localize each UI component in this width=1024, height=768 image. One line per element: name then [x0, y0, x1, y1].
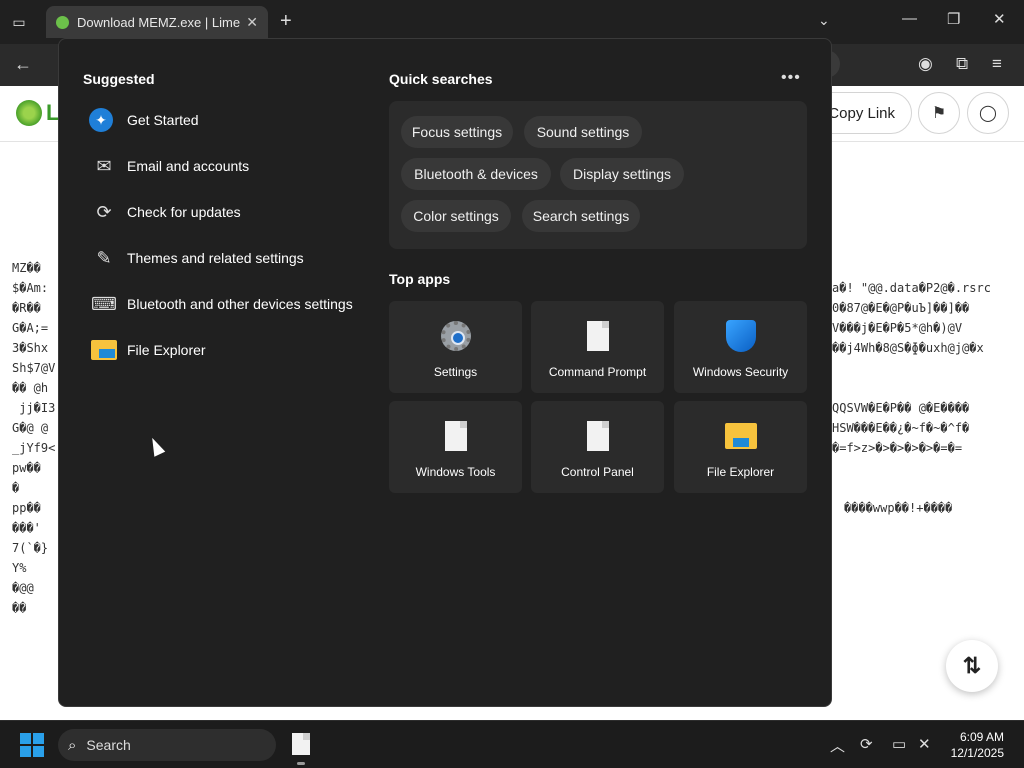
document-icon — [439, 419, 473, 453]
suggested-item-label: Email and accounts — [127, 158, 250, 174]
suggested-item-label: Check for updates — [127, 204, 241, 220]
suggested-item-email[interactable]: ✉ Email and accounts — [89, 151, 249, 181]
taskbar-search-placeholder: Search — [86, 737, 131, 753]
tab-close-icon[interactable]: ✕ — [246, 14, 258, 31]
app-label: Command Prompt — [548, 365, 647, 379]
suggested-item-label: Get Started — [127, 112, 199, 128]
limewire-favicon-icon — [56, 15, 69, 29]
clock-time: 6:09 AM — [959, 730, 1004, 744]
app-tile-windows-security[interactable]: Windows Security — [674, 301, 807, 393]
more-options-button[interactable]: ••• — [781, 69, 801, 87]
tab-title: Download MEMZ.exe | LimeWir — [77, 14, 241, 30]
new-tab-button[interactable]: + — [280, 10, 292, 33]
limewire-logo-icon — [16, 100, 42, 126]
search-icon: ⌕ — [68, 736, 77, 754]
start-button[interactable] — [20, 733, 44, 757]
file-preview-text-right: a�! "@@.data�P2@�.rsrc 0�87@�E�@P�uЪ]��]… — [832, 281, 991, 455]
file-preview-text-right-lower: ����wwp��!+���� — [844, 501, 953, 515]
search-flyout: Suggested ✦ Get Started ✉ Email and acco… — [58, 38, 832, 707]
quick-search-chip[interactable]: Color settings — [401, 200, 511, 232]
quick-searches-title: Quick searches — [389, 71, 493, 87]
close-window-button[interactable]: ✕ — [993, 10, 1006, 28]
folder-icon — [724, 419, 758, 453]
top-apps-title: Top apps — [389, 271, 451, 287]
app-label: Control Panel — [561, 465, 634, 479]
show-hidden-icons-chevron-icon[interactable]: ︿ — [830, 735, 845, 756]
suggested-title: Suggested — [83, 71, 155, 87]
sync-icon[interactable]: ⟳ — [860, 735, 873, 753]
clock-date: 12/1/2025 — [950, 746, 1004, 760]
quick-search-chip[interactable]: Search settings — [522, 200, 640, 232]
browser-tab[interactable]: Download MEMZ.exe | LimeWir ✕ — [46, 6, 268, 38]
profile-icon[interactable]: ◉ — [918, 54, 933, 74]
app-label: File Explorer — [706, 465, 775, 479]
suggested-item-bluetooth[interactable]: ⌨ Bluetooth and other devices settings — [89, 289, 353, 319]
app-tile-file-explorer[interactable]: File Explorer — [674, 401, 807, 493]
folder-icon — [89, 337, 119, 363]
taskbar-clock[interactable]: 6:09 AM 12/1/2025 — [940, 729, 1004, 761]
app-label: Windows Tools — [415, 465, 496, 479]
devices-icon: ⌨ — [91, 293, 117, 314]
settings-icon — [439, 319, 473, 353]
quick-search-chip[interactable]: Bluetooth & devices — [401, 158, 551, 190]
file-preview-text: MZ�� $�Am: �R�� G�A;= 3�Shx Sh$7@V �� @h… — [12, 261, 56, 615]
taskbar-search-box[interactable]: ⌕ Search — [58, 729, 276, 761]
extensions-icon[interactable]: ⧉ — [956, 54, 968, 74]
volume-muted-icon[interactable]: ✕ — [918, 735, 931, 753]
suggested-item-get-started[interactable]: ✦ Get Started — [89, 105, 199, 135]
swap-arrows-button[interactable]: ⇅ — [946, 640, 998, 692]
suggested-item-label: Themes and related settings — [127, 250, 304, 266]
app-running-indicator — [297, 762, 305, 765]
app-tile-settings[interactable]: Settings — [389, 301, 522, 393]
comment-icon[interactable]: ◯ — [967, 92, 1009, 134]
app-label: Windows Security — [692, 365, 789, 379]
back-button[interactable]: ← — [14, 54, 32, 75]
document-icon — [581, 319, 615, 353]
app-tile-control-panel[interactable]: Control Panel — [531, 401, 664, 493]
app-label: Settings — [433, 365, 478, 379]
quick-search-chip[interactable]: Display settings — [560, 158, 684, 190]
quick-search-chip[interactable]: Focus settings — [401, 116, 513, 148]
quick-searches-panel: Focus settings Sound settings Bluetooth … — [389, 101, 807, 249]
suggested-item-label: File Explorer — [127, 342, 206, 358]
brush-icon: ✎ — [96, 247, 112, 268]
quick-search-chip[interactable]: Sound settings — [524, 116, 642, 148]
app-tile-windows-tools[interactable]: Windows Tools — [389, 401, 522, 493]
taskbar: ⌕ Search ︿ ⟳ ▭ ✕ 6:09 AM 12/1/2025 — [0, 720, 1024, 768]
app-tile-command-prompt[interactable]: Command Prompt — [531, 301, 664, 393]
minimize-button[interactable]: — — [902, 10, 917, 27]
document-icon — [581, 419, 615, 453]
network-icon[interactable]: ▭ — [892, 735, 906, 753]
mail-icon: ✉ — [96, 155, 112, 176]
get-started-icon: ✦ — [89, 108, 113, 132]
tab-actions-icon[interactable]: ▭ — [8, 12, 30, 32]
suggested-item-updates[interactable]: ⟳ Check for updates — [89, 197, 241, 227]
report-flag-icon[interactable]: ⚑ — [918, 92, 960, 134]
tab-list-chevron-icon[interactable]: ⌄ — [818, 12, 830, 29]
menu-icon[interactable]: ≡ — [992, 54, 1002, 74]
suggested-item-themes[interactable]: ✎ Themes and related settings — [89, 243, 304, 273]
shield-icon — [724, 319, 758, 353]
refresh-icon: ⟳ — [96, 201, 112, 222]
suggested-item-label: Bluetooth and other devices settings — [127, 296, 353, 312]
taskbar-app-document-icon[interactable] — [292, 733, 310, 755]
suggested-item-file-explorer[interactable]: File Explorer — [89, 335, 206, 365]
maximize-button[interactable]: ❐ — [947, 10, 960, 28]
